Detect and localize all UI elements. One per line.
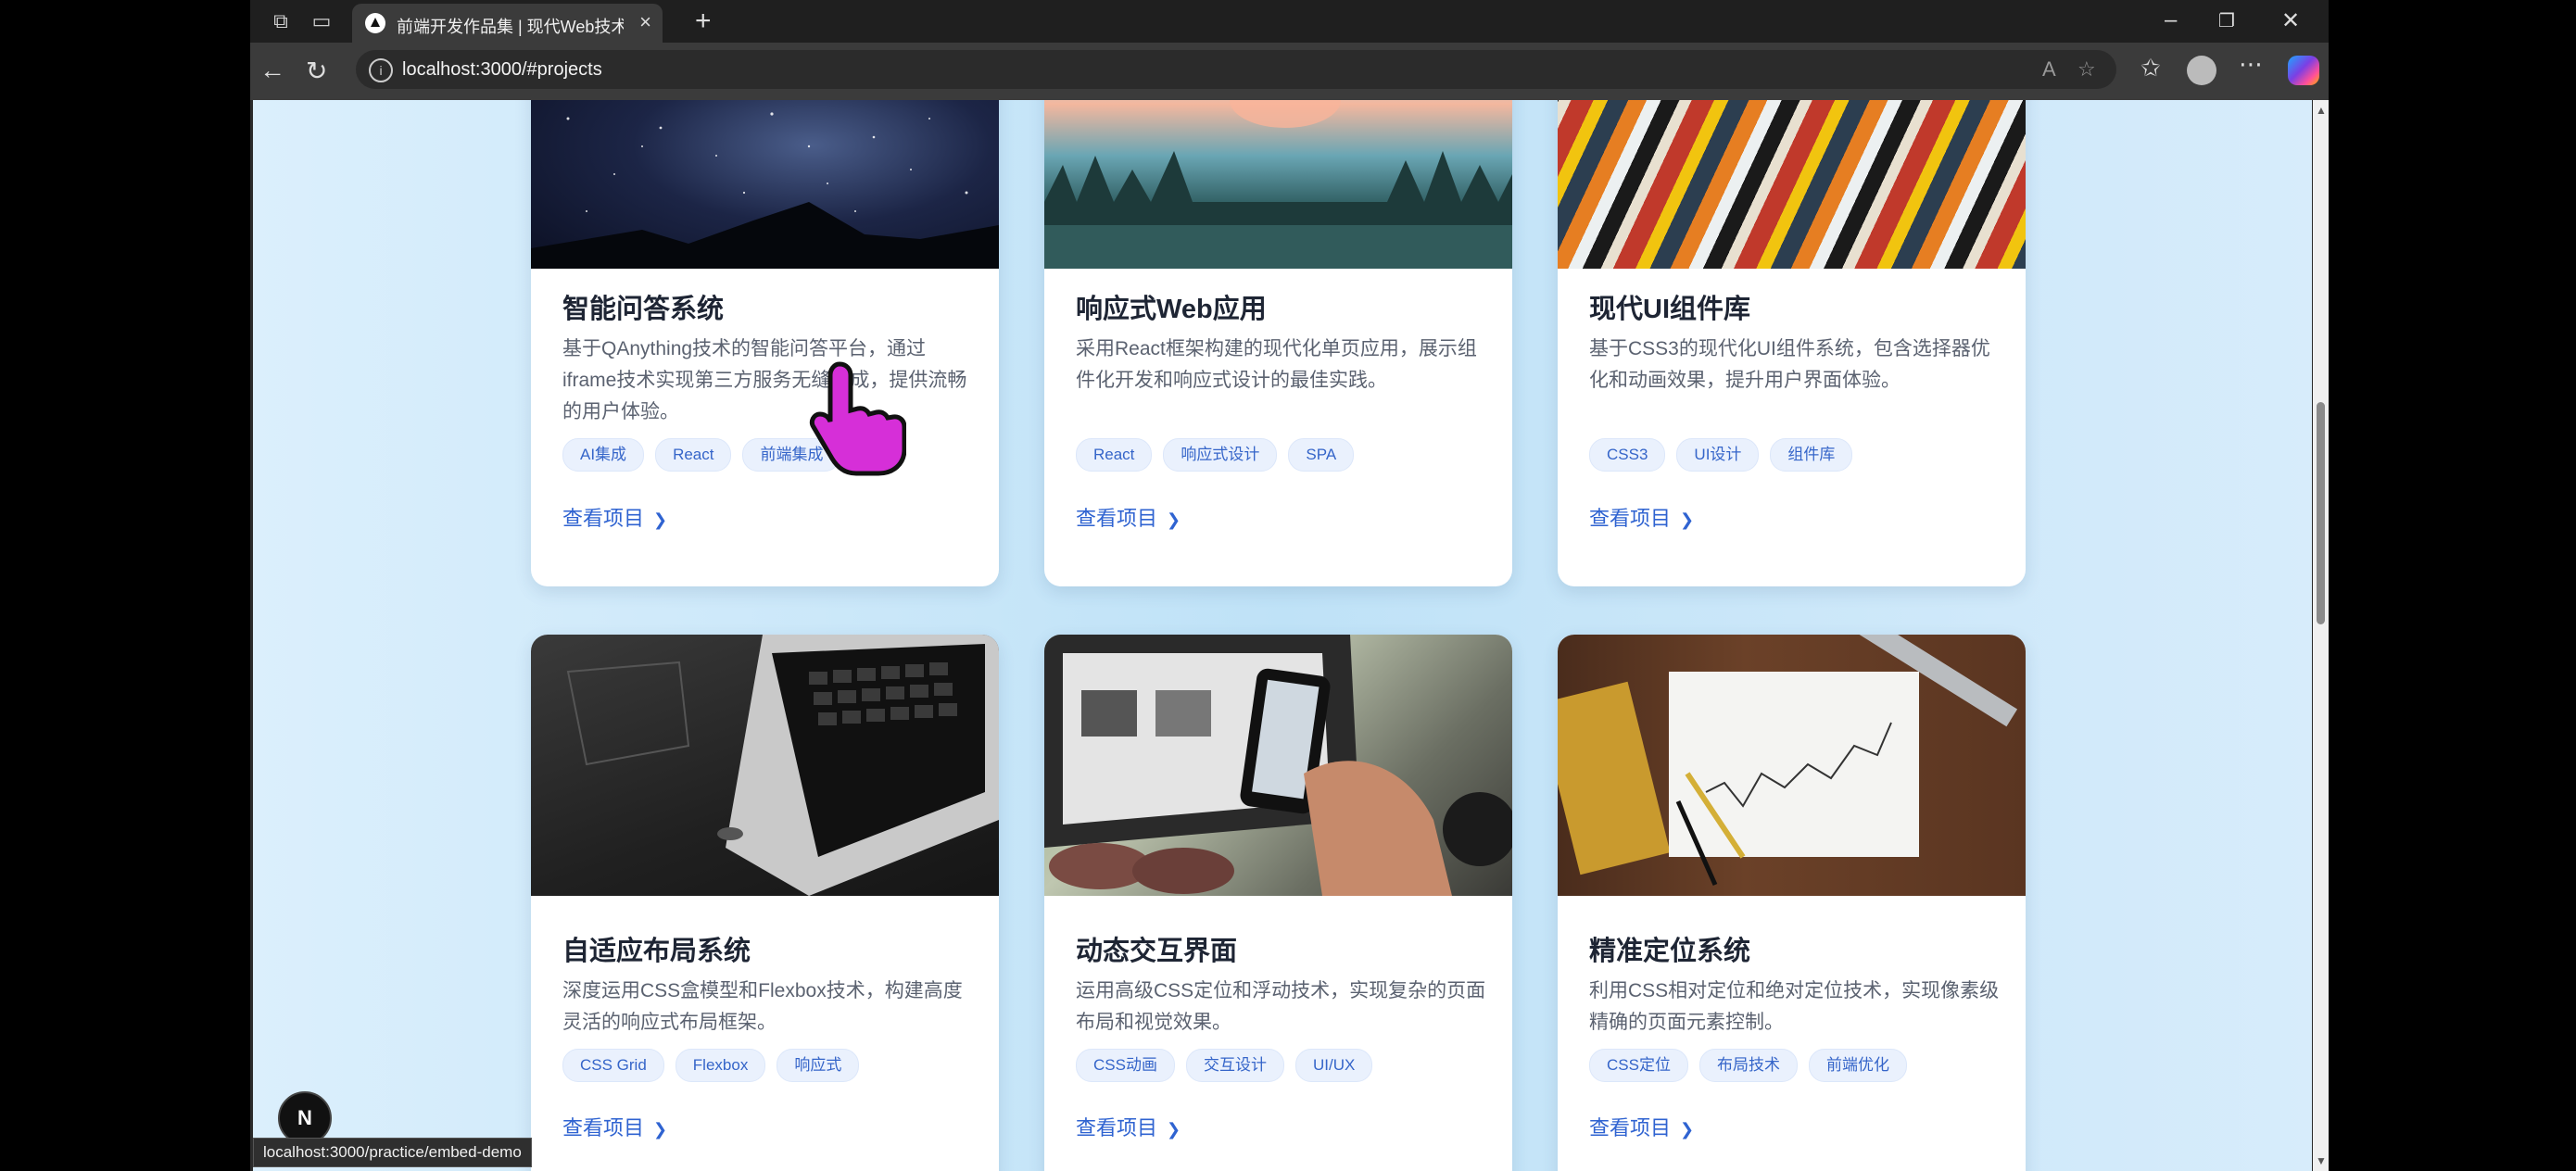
project-description: 采用React框架构建的现代化单页应用，展示组件化开发和响应式设计的最佳实践。 xyxy=(1076,338,1477,391)
minimize-icon[interactable]: – xyxy=(2165,7,2177,33)
project-tags: React 响应式设计 SPA xyxy=(1076,438,1355,472)
new-tab-icon[interactable]: + xyxy=(695,6,712,37)
tab-strip: ⧉ ▭ 前端开发作品集 | 现代Web技术展示 × + – ❐ ✕ xyxy=(250,0,2329,43)
project-title: 精准定位系统 xyxy=(1589,937,1751,966)
tag[interactable]: React xyxy=(1076,438,1153,472)
tag[interactable]: UI/UX xyxy=(1294,1049,1373,1082)
tag[interactable]: CSS Grid xyxy=(562,1049,664,1082)
tab-title: 前端开发作品集 | 现代Web技术展示 xyxy=(397,18,624,36)
scrollbar-thumb[interactable] xyxy=(2317,402,2325,624)
project-tags: CSS3 UI设计 组件库 xyxy=(1589,438,1853,472)
page-scrollbar[interactable]: ▲ ▼ xyxy=(2313,100,2329,1171)
read-aloud-icon[interactable]: A xyxy=(2042,57,2056,82)
address-bar[interactable]: i localhost:3000/#projects A ☆ xyxy=(356,50,2116,89)
tag[interactable]: CSS定位 xyxy=(1589,1049,1688,1082)
project-image-chart-paper xyxy=(1558,635,2026,896)
chevron-right-icon: ❯ xyxy=(1680,510,1695,529)
profile-avatar[interactable] xyxy=(2187,56,2216,85)
window-close-icon[interactable]: ✕ xyxy=(2281,7,2300,34)
view-project-link[interactable]: 查看项目 ❯ xyxy=(1076,1112,1181,1141)
link-status-url: localhost:3000/practice/embed-demo xyxy=(253,1138,532,1167)
project-title: 智能问答系统 xyxy=(562,295,725,324)
workspaces-icon[interactable]: ⧉ xyxy=(267,7,295,35)
project-image-forest-lake xyxy=(1044,100,1512,269)
view-project-link[interactable]: 查看项目 ❯ xyxy=(562,502,667,532)
tag[interactable]: CSS动画 xyxy=(1076,1049,1175,1082)
site-info-icon[interactable]: i xyxy=(369,58,393,82)
project-title: 响应式Web应用 xyxy=(1076,295,1267,324)
chevron-right-icon: ❯ xyxy=(653,1120,668,1139)
view-project-link[interactable]: 查看项目 ❯ xyxy=(1076,502,1181,532)
view-project-label: 查看项目 xyxy=(1076,1116,1158,1140)
project-description: 深度运用CSS盒模型和Flexbox技术，构建高度灵活的响应式布局框架。 xyxy=(562,980,963,1033)
tag[interactable]: 组件库 xyxy=(1770,438,1853,472)
address-url[interactable]: localhost:3000/#projects xyxy=(402,59,602,81)
tag[interactable]: CSS3 xyxy=(1589,438,1666,472)
chevron-right-icon: ❯ xyxy=(1167,510,1181,529)
project-title: 现代UI组件库 xyxy=(1589,295,1751,324)
tab-active[interactable]: 前端开发作品集 | 现代Web技术展示 × xyxy=(352,4,663,43)
tag[interactable]: 前端优化 xyxy=(1808,1049,1907,1082)
address-toolbar: ← ↻ i localhost:3000/#projects A ☆ ✩ ⋯ xyxy=(250,43,2329,100)
project-card: 动态交互界面 运用高级CSS定位和浮动技术，实现复杂的页面布局和视觉效果。 CS… xyxy=(1044,635,1512,1171)
favorite-star-icon[interactable]: ☆ xyxy=(2077,57,2096,82)
copilot-icon[interactable] xyxy=(2288,56,2319,85)
project-card: 现代UI组件库 基于CSS3的现代化UI组件系统，包含选择器优化和动画效果，提升… xyxy=(1558,100,2026,586)
hand-pointer-cursor-icon xyxy=(809,361,906,476)
browser-window: ⧉ ▭ 前端开发作品集 | 现代Web技术展示 × + – ❐ ✕ ← ↻ i … xyxy=(250,0,2329,1171)
view-project-link[interactable]: 查看项目 ❯ xyxy=(1589,1112,1694,1141)
tag[interactable]: React xyxy=(655,438,732,472)
project-card: 响应式Web应用 采用React框架构建的现代化单页应用，展示组件化开发和响应式… xyxy=(1044,100,1512,586)
chevron-right-icon: ❯ xyxy=(653,510,668,529)
view-project-label: 查看项目 xyxy=(1589,507,1672,530)
project-image-laptop xyxy=(531,635,999,896)
tag[interactable]: UI设计 xyxy=(1676,438,1760,472)
project-card: 智能问答系统 基于QAnything技术的智能问答平台，通过iframe技术实现… xyxy=(531,100,999,586)
view-project-label: 查看项目 xyxy=(1076,507,1158,530)
view-project-link[interactable]: 查看项目 ❯ xyxy=(562,1112,667,1141)
project-image-book-spines xyxy=(1558,100,2026,269)
tag[interactable]: 交互设计 xyxy=(1185,1049,1284,1082)
scroll-down-icon[interactable]: ▼ xyxy=(2316,1154,2327,1167)
favicon-icon xyxy=(365,13,385,33)
project-tags: AI集成 React 前端集成 xyxy=(562,438,841,472)
tag[interactable]: 响应式设计 xyxy=(1163,438,1278,472)
tab-actions-icon[interactable]: ▭ xyxy=(308,7,335,35)
project-title: 动态交互界面 xyxy=(1076,937,1238,966)
project-description: 基于CSS3的现代化UI组件系统，包含选择器优化和动画效果，提升用户界面体验。 xyxy=(1589,338,1990,391)
more-options-icon[interactable]: ⋯ xyxy=(2239,50,2263,79)
project-card: 自适应布局系统 深度运用CSS盒模型和Flexbox技术，构建高度灵活的响应式布… xyxy=(531,635,999,1171)
view-project-link[interactable]: 查看项目 ❯ xyxy=(1589,502,1694,532)
page-viewport: 智能问答系统 基于QAnything技术的智能问答平台，通过iframe技术实现… xyxy=(253,100,2312,1171)
tab-close-icon[interactable]: × xyxy=(639,10,651,34)
favorites-icon[interactable]: ✩ xyxy=(2140,54,2161,82)
project-tags: CSS定位 布局技术 前端优化 xyxy=(1589,1049,1907,1082)
project-description: 运用高级CSS定位和浮动技术，实现复杂的页面布局和视觉效果。 xyxy=(1076,980,1486,1033)
tag[interactable]: 布局技术 xyxy=(1698,1049,1798,1082)
project-image-phone-laptop xyxy=(1044,635,1512,896)
tag[interactable]: SPA xyxy=(1288,438,1355,472)
project-tags: CSS动画 交互设计 UI/UX xyxy=(1076,1049,1373,1082)
project-title: 自适应布局系统 xyxy=(562,937,751,966)
project-card: 精准定位系统 利用CSS相对定位和绝对定位技术，实现像素级精确的页面元素控制。 … xyxy=(1558,635,2026,1171)
tag[interactable]: AI集成 xyxy=(562,438,645,472)
restore-icon[interactable]: ❐ xyxy=(2218,9,2235,32)
chevron-right-icon: ❯ xyxy=(1167,1120,1181,1139)
chevron-right-icon: ❯ xyxy=(1680,1120,1695,1139)
back-icon[interactable]: ← xyxy=(259,56,285,85)
tag[interactable]: Flexbox xyxy=(675,1049,766,1082)
view-project-label: 查看项目 xyxy=(1589,1116,1672,1140)
view-project-label: 查看项目 xyxy=(562,1116,645,1140)
project-description: 基于QAnything技术的智能问答平台，通过iframe技术实现第三方服务无缝… xyxy=(562,338,967,422)
reload-icon[interactable]: ↻ xyxy=(306,56,327,86)
scroll-up-icon[interactable]: ▲ xyxy=(2316,104,2327,117)
project-description: 利用CSS相对定位和绝对定位技术，实现像素级精确的页面元素控制。 xyxy=(1589,980,2000,1033)
view-project-label: 查看项目 xyxy=(562,507,645,530)
tag[interactable]: 响应式 xyxy=(777,1049,860,1082)
project-image-milky-way xyxy=(531,100,999,269)
project-tags: CSS Grid Flexbox 响应式 xyxy=(562,1049,860,1082)
